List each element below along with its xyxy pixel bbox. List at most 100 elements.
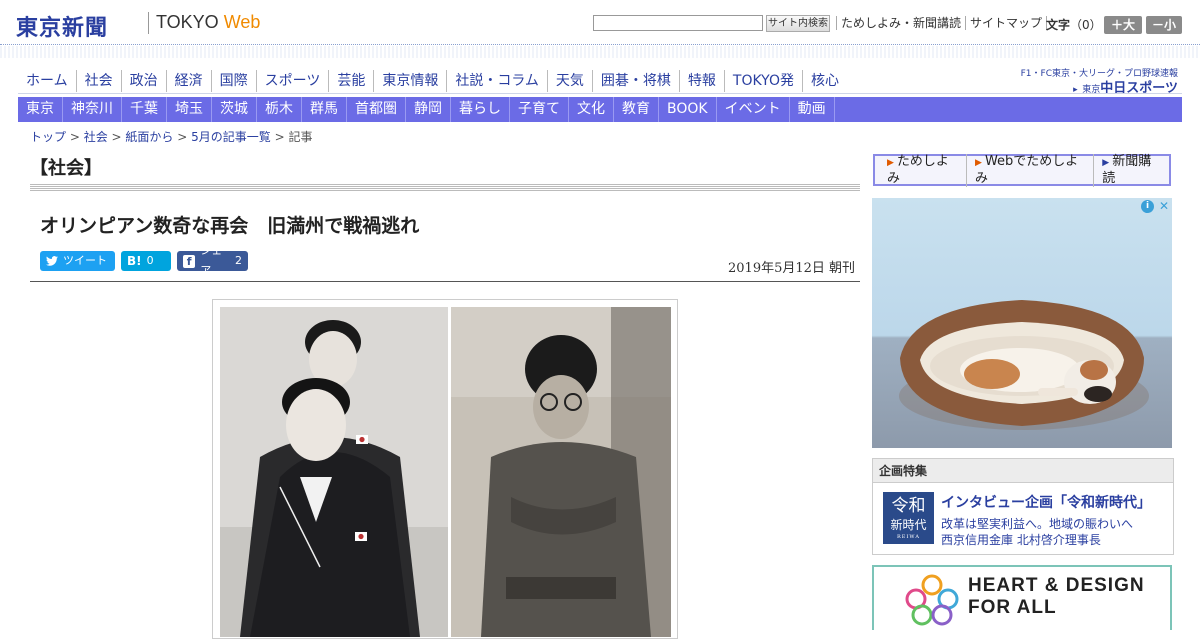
breadcrumb-separator: > bbox=[66, 130, 84, 144]
subnav-item-parenting[interactable]: 子育て bbox=[510, 97, 569, 122]
subnav-item-gunma[interactable]: 群馬 bbox=[302, 97, 347, 122]
logo-tokyo-text: TOKYO bbox=[156, 12, 219, 32]
site-search-input[interactable] bbox=[593, 15, 763, 31]
reiwa-logo[interactable]: 令和 新時代 REIWA bbox=[883, 492, 934, 544]
tokyo-web-logo[interactable]: TOKYO Web bbox=[156, 12, 260, 33]
font-size-text: 文字 bbox=[1046, 18, 1071, 32]
triangle-right-icon: ▶ bbox=[975, 157, 982, 168]
subnav-item-ibaraki[interactable]: 茨城 bbox=[212, 97, 257, 122]
breadcrumb-may-list[interactable]: 5月の記事一覧 bbox=[191, 130, 271, 144]
trial-read-link[interactable]: ▶ ためしよみ bbox=[879, 153, 968, 187]
triangle-right-icon: ▶ bbox=[887, 157, 894, 168]
subnav-item-book[interactable]: BOOK bbox=[659, 97, 717, 122]
heart-design-line2: FOR ALL bbox=[968, 597, 1057, 618]
subscribe-link[interactable]: ▶ 新聞購読 bbox=[1094, 154, 1169, 187]
web-trial-read-link[interactable]: ▶ Webでためしよみ bbox=[967, 153, 1095, 187]
hatena-bookmark-button[interactable]: B! 0 bbox=[121, 251, 171, 271]
subnav-item-event[interactable]: イベント bbox=[717, 97, 790, 122]
publish-date: 2019年5月12日 朝刊 bbox=[728, 261, 856, 276]
subnav-item-education[interactable]: 教育 bbox=[614, 97, 659, 122]
nav-item-politics[interactable]: 政治 bbox=[122, 70, 167, 92]
subnav-item-culture[interactable]: 文化 bbox=[569, 97, 614, 122]
section-title: 【社会】 bbox=[30, 158, 102, 179]
nav-item-go-shogi[interactable]: 囲碁・将棋 bbox=[593, 70, 680, 92]
athletes-photo-illustration bbox=[220, 307, 448, 637]
reiwa-logo-line3: REIWA bbox=[897, 534, 920, 540]
nav-item-special-report[interactable]: 特報 bbox=[680, 70, 725, 92]
special-feature-desc-line2: 西京信用金庫 北村啓介理事長 bbox=[941, 533, 1101, 547]
facebook-share-button[interactable]: f シェア 2 bbox=[177, 244, 248, 277]
special-feature-desc-line1: 改革は堅実利益へ。地域の賑わいへ bbox=[941, 517, 1134, 531]
nav-item-entertainment[interactable]: 芸能 bbox=[329, 70, 375, 92]
subnav-item-kanagawa[interactable]: 神奈川 bbox=[63, 97, 122, 122]
ad-info-icon[interactable]: i bbox=[1141, 200, 1154, 213]
section-divider bbox=[30, 184, 860, 191]
hatena-count: 0 bbox=[146, 254, 154, 267]
facebook-icon: f bbox=[183, 254, 196, 268]
nav-item-international[interactable]: 国際 bbox=[212, 70, 257, 92]
nav-item-kakushin[interactable]: 核心 bbox=[803, 70, 847, 92]
font-larger-button[interactable]: ＋大 bbox=[1104, 16, 1142, 34]
subnav-item-shutoken[interactable]: 首都圏 bbox=[347, 97, 406, 122]
chunichi-sports-promo[interactable]: F1・FC東京・大リーグ・プロ野球速報 ▸ 東京中日スポーツ bbox=[1021, 64, 1182, 96]
web-trial-read-label: Webでためしよみ bbox=[975, 153, 1079, 186]
heart-design-line1: HEART & DESIGN bbox=[968, 575, 1145, 596]
breadcrumb: トップ > 社会 > 紙面から > 5月の記事一覧 > 記事 bbox=[30, 128, 312, 145]
subnav-item-tochigi[interactable]: 栃木 bbox=[257, 97, 302, 122]
special-feature-heading: 企画特集 bbox=[873, 459, 1173, 483]
header-band bbox=[0, 46, 1200, 58]
tokyo-shimbun-logo[interactable]: 東京新聞 bbox=[16, 10, 108, 42]
util-link-subscribe[interactable]: ためしよみ・新聞講読 bbox=[836, 16, 967, 30]
nav-item-tokyo-info[interactable]: 東京情報 bbox=[374, 70, 448, 92]
article-headline: オリンピアン数奇な再会 旧満州で戦禍逃れ bbox=[40, 215, 420, 237]
special-feature-description[interactable]: 改革は堅実利益へ。地域の賑わいへ 西京信用金庫 北村啓介理事長 bbox=[941, 516, 1133, 548]
tweet-label: ツイート bbox=[63, 254, 107, 267]
font-size-label: 文字（0） bbox=[1046, 16, 1102, 33]
nav-item-sports[interactable]: スポーツ bbox=[257, 70, 330, 92]
breadcrumb-top[interactable]: トップ bbox=[30, 130, 66, 144]
photo-two-athletes bbox=[220, 307, 448, 637]
nav-item-tokyo-hatsu[interactable]: TOKYO発 bbox=[725, 70, 803, 92]
breadcrumb-separator: > bbox=[270, 130, 289, 144]
trial-read-label: ためしよみ bbox=[887, 153, 949, 186]
subnav-item-living[interactable]: 暮らし bbox=[451, 97, 510, 122]
breadcrumb-society[interactable]: 社会 bbox=[84, 130, 108, 144]
hatena-icon: B! bbox=[127, 254, 142, 268]
subscription-links-box: ▶ ためしよみ ▶ Webでためしよみ ▶ 新聞購読 bbox=[873, 153, 1171, 187]
nav-item-society[interactable]: 社会 bbox=[77, 70, 122, 92]
special-feature-title[interactable]: インタビュー企画「令和新時代」 bbox=[941, 492, 1151, 512]
special-feature-box: 企画特集 令和 新時代 REIWA インタビュー企画「令和新時代」 改革は堅実利… bbox=[872, 458, 1174, 555]
triangle-right-icon: ▶ bbox=[1102, 157, 1110, 168]
font-smaller-button[interactable]: －小 bbox=[1146, 16, 1182, 34]
heart-design-banner[interactable]: HEART & DESIGN FOR ALL bbox=[872, 565, 1172, 630]
tweet-button[interactable]: ツイート bbox=[40, 251, 115, 271]
facebook-share-count: 2 bbox=[235, 254, 242, 267]
site-header: 東京新聞 TOKYO Web サイト内検索 ためしよみ・新聞講読 サイトマップ … bbox=[0, 0, 1200, 44]
util-link-sitemap[interactable]: サイトマップ bbox=[966, 16, 1048, 30]
regional-nav: 東京 神奈川 千葉 埼玉 茨城 栃木 群馬 首都圏 静岡 暮らし 子育て 文化 … bbox=[18, 97, 1182, 122]
photo-man-in-cap bbox=[451, 307, 671, 637]
breadcrumb-print[interactable]: 紙面から bbox=[125, 130, 173, 144]
ad-close-icon[interactable]: ✕ bbox=[1159, 199, 1169, 213]
logo-divider bbox=[148, 12, 149, 34]
nav-item-home[interactable]: ホーム bbox=[18, 70, 77, 92]
article-photo bbox=[212, 299, 678, 639]
nav-item-economy[interactable]: 経済 bbox=[167, 70, 212, 92]
subnav-item-saitama[interactable]: 埼玉 bbox=[167, 97, 212, 122]
subnav-item-chiba[interactable]: 千葉 bbox=[122, 97, 167, 122]
reiwa-logo-line1: 令和 bbox=[891, 496, 926, 516]
header-divider bbox=[0, 44, 1200, 45]
subnav-item-tokyo[interactable]: 東京 bbox=[18, 97, 63, 122]
reiwa-logo-line2: 新時代 bbox=[890, 518, 927, 532]
advertisement[interactable]: i ✕ bbox=[872, 198, 1172, 448]
site-search-button[interactable]: サイト内検索 bbox=[766, 15, 830, 32]
main-nav: ホーム 社会 政治 経済 国際 スポーツ 芸能 東京情報 社説・コラム 天気 囲… bbox=[18, 70, 847, 92]
ad-dog-bed-image bbox=[899, 300, 1149, 430]
facebook-share-label: シェア bbox=[200, 244, 223, 277]
nav-item-editorial[interactable]: 社説・コラム bbox=[447, 70, 548, 92]
breadcrumb-current: 記事 bbox=[288, 130, 313, 144]
subnav-item-video[interactable]: 動画 bbox=[790, 97, 835, 122]
subnav-item-shizuoka[interactable]: 静岡 bbox=[406, 97, 451, 122]
utility-links: ためしよみ・新聞講読 サイトマップ bbox=[836, 16, 1048, 30]
nav-item-weather[interactable]: 天気 bbox=[548, 70, 593, 92]
